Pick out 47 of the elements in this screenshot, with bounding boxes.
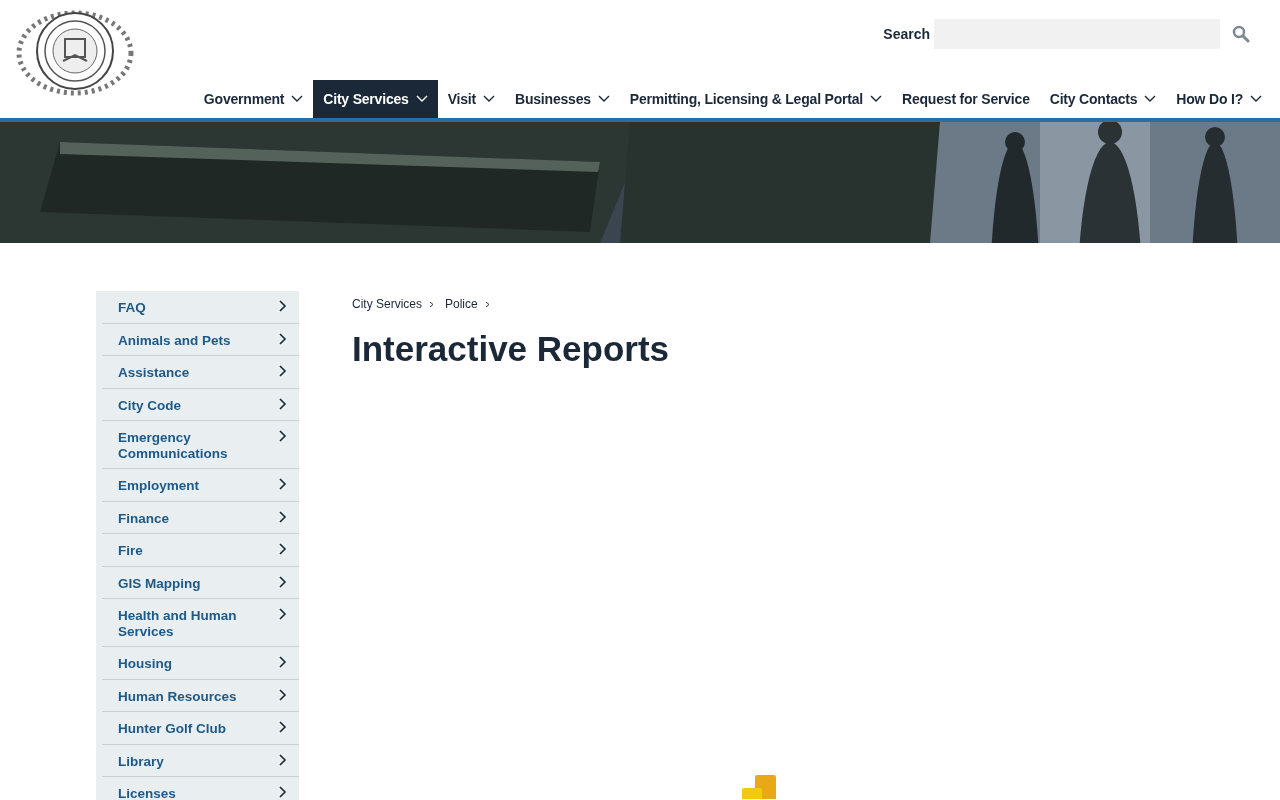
search-icon[interactable]	[1232, 25, 1250, 43]
nav-item[interactable]: Visit	[437, 80, 505, 118]
city-seal-logo[interactable]	[15, 9, 135, 97]
sidebar-item[interactable]: FAQ	[102, 291, 299, 324]
chevron-right-icon	[279, 365, 287, 377]
chevron-right-icon	[279, 510, 287, 523]
breadcrumb-link[interactable]: Police	[445, 297, 478, 311]
chevron-right-icon	[279, 478, 287, 490]
nav-item[interactable]: City Contacts	[1039, 80, 1167, 118]
nav-item[interactable]: Businesses	[505, 80, 620, 118]
chevron-right-icon	[279, 397, 287, 410]
chevron-right-icon	[279, 786, 287, 798]
nav-item[interactable]: City Services	[313, 80, 438, 118]
sidebar-item[interactable]: Health and Human Services	[102, 599, 299, 647]
chevron-right-icon	[279, 430, 287, 442]
chevron-right-icon	[279, 543, 287, 555]
nav-item[interactable]: Government	[193, 80, 314, 118]
chevron-right-icon	[279, 608, 287, 620]
chevron-right-icon	[279, 721, 287, 733]
sidebar-item[interactable]: Emergency Communications	[102, 421, 299, 469]
sidebar-item[interactable]: Licenses	[102, 777, 299, 800]
sidebar-item[interactable]: Human Resources	[102, 679, 299, 712]
sidebar-item[interactable]: Employment	[102, 469, 299, 502]
chevron-right-icon	[279, 300, 287, 312]
chevron-icon	[484, 300, 490, 308]
chevron-icon	[429, 300, 434, 308]
chevron-right-icon	[279, 753, 287, 766]
bar-chart-icon	[742, 775, 776, 799]
nav-item[interactable]: Permitting, Licensing & Legal Portal	[619, 80, 892, 118]
chevron-right-icon	[279, 688, 287, 701]
chevron-right-icon	[279, 656, 287, 668]
sidebar-item[interactable]: Animals and Pets	[102, 323, 299, 356]
chevron-right-icon	[279, 332, 287, 345]
sidebar-item[interactable]: GIS Mapping	[102, 566, 299, 599]
sidebar-item[interactable]: Hunter Golf Club	[102, 712, 299, 745]
sidebar-item[interactable]: Fire	[102, 534, 299, 567]
nav-item[interactable]: How Do I?	[1166, 80, 1272, 118]
page-title: Interactive Reports	[352, 329, 671, 369]
breadcrumb-link[interactable]: City Services	[352, 297, 422, 311]
sidebar-item[interactable]: Finance	[102, 501, 299, 534]
sidebar-item[interactable]: Housing	[102, 647, 299, 680]
search-label: Search	[883, 26, 930, 42]
sidebar-item[interactable]: Library	[102, 744, 299, 777]
chevron-right-icon	[279, 575, 287, 588]
nav-item[interactable]: Request for Service	[892, 80, 1040, 118]
sidebar-item[interactable]: Assistance	[102, 356, 299, 389]
sidebar-item[interactable]: City Code	[102, 388, 299, 421]
